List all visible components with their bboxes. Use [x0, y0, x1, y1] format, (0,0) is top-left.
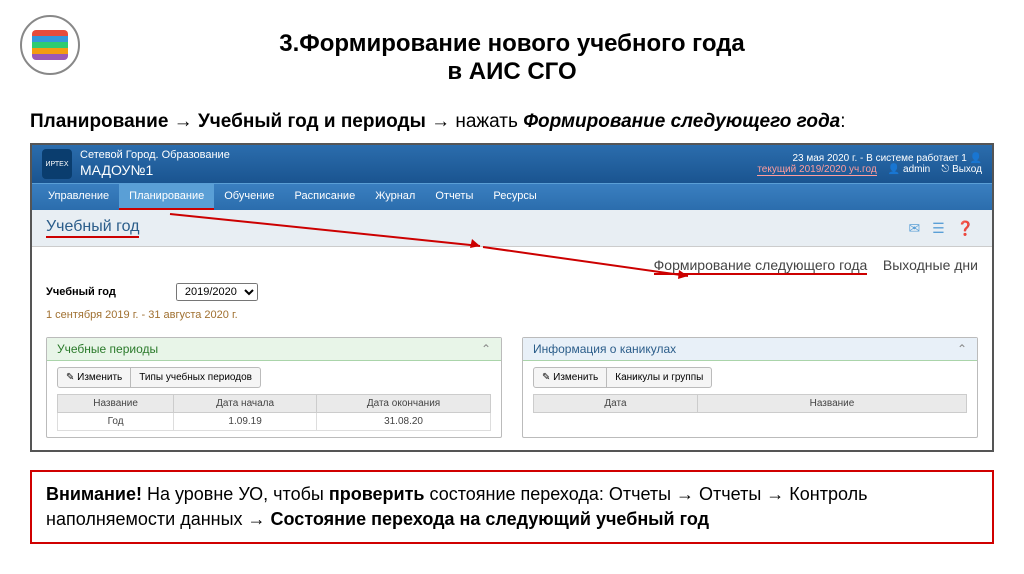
holidays-groups-button[interactable]: Каникулы и группы [607, 367, 712, 388]
holidays-btn-group: ✎ Изменить Каникулы и группы [533, 367, 967, 388]
title-line1: 3.Формирование нового учебного года [279, 30, 745, 57]
app-names: Сетевой Город. Образование МАДОУ№1 [80, 149, 230, 179]
col-date: Дата [534, 395, 698, 413]
menu-resources[interactable]: Ресурсы [483, 184, 546, 210]
col-end: Дата окончания [317, 395, 491, 413]
table-header-row: Название Дата начала Дата окончания [58, 395, 491, 413]
app-header-right: 23 мая 2020 г. - В системе работает 1 👤 … [757, 153, 982, 175]
panels-row: Учебные периоды ⌃ ✎ Изменить Типы учебны… [32, 329, 992, 450]
app-header-left: ИРТЕХ Сетевой Город. Образование МАДОУ№1 [42, 149, 230, 179]
slide-title: 3.Формирование нового учебного года в АИ… [0, 0, 1024, 96]
periods-btn-group: ✎ Изменить Типы учебных периодов [57, 367, 491, 388]
year-range-text: 1 сентября 2019 г. - 31 августа 2020 г. [32, 307, 992, 329]
holidays-panel-head: Информация о каникулах ⌃ [523, 338, 977, 361]
year-selector-row: Учебный год 2019/2020 [32, 277, 992, 307]
col-name: Название [58, 395, 174, 413]
periods-panel-head: Учебные периоды ⌃ [47, 338, 501, 361]
page-heading-bar: Учебный год ✉ ☰ ❓ [32, 210, 992, 247]
logout-link[interactable]: ⎋ Выход [941, 164, 982, 175]
holidays-panel-body: ✎ Изменить Каникулы и группы Дата Назван… [523, 361, 977, 419]
main-menu: Управление Планирование Обучение Расписа… [32, 183, 992, 210]
org-name: МАДОУ№1 [80, 162, 230, 179]
col-start: Дата начала [174, 395, 317, 413]
attention-lead: Внимание! [46, 484, 142, 504]
admin-user[interactable]: 👤 admin [888, 164, 930, 175]
instruction-line: Планирование → Учебный год и периоды → н… [30, 111, 994, 133]
attention-t1: На уровне УО, чтобы [142, 484, 329, 504]
menu-planning[interactable]: Планирование [119, 184, 214, 210]
current-year-indicator: текущий 2019/2020 уч.год [757, 164, 876, 176]
nav-form-next: Формирование следующего года [523, 111, 840, 132]
attention-b2: Состояние перехода на следующий учебный … [271, 509, 710, 529]
arrow-2: → [431, 111, 450, 132]
menu-reports[interactable]: Отчеты [425, 184, 483, 210]
holidays-edit-button[interactable]: ✎ Изменить [533, 367, 607, 388]
title-line2: в АИС СГО [447, 58, 576, 85]
cell-start: 1.09.19 [174, 413, 317, 431]
year-label: Учебный год [46, 286, 116, 298]
menu-schedule[interactable]: Расписание [285, 184, 366, 210]
nav-colon: : [840, 111, 845, 132]
nav-planning: Планирование [30, 111, 168, 132]
year-select[interactable]: 2019/2020 [176, 283, 258, 301]
cell-end: 31.08.20 [317, 413, 491, 431]
periods-edit-button[interactable]: ✎ Изменить [57, 367, 131, 388]
irtech-logo: ИРТЕХ [42, 149, 72, 179]
periods-panel: Учебные периоды ⌃ ✎ Изменить Типы учебны… [46, 337, 502, 438]
system-name: Сетевой Город. Образование [80, 149, 230, 162]
weekends-link[interactable]: Выходные дни [883, 257, 978, 273]
app-screenshot: ИРТЕХ Сетевой Город. Образование МАДОУ№1… [30, 143, 994, 452]
periods-panel-body: ✎ Изменить Типы учебных периодов Названи… [47, 361, 501, 437]
chevron-up-icon[interactable]: ⌃ [957, 342, 967, 356]
menu-management[interactable]: Управление [38, 184, 119, 210]
nav-year-periods: Учебный год и периоды [198, 111, 426, 132]
page-action-links: Формирование следующего года Выходные дн… [32, 247, 992, 277]
header-date-status: 23 мая 2020 г. - В системе работает 1 👤 [757, 153, 982, 164]
menu-education[interactable]: Обучение [214, 184, 284, 210]
col-name: Название [697, 395, 966, 413]
table-row: Год 1.09.19 31.08.20 [58, 413, 491, 431]
periods-title: Учебные периоды [57, 342, 158, 356]
table-header-row: Дата Название [534, 395, 967, 413]
holidays-panel: Информация о каникулах ⌃ ✎ Изменить Кани… [522, 337, 978, 438]
arrow-1: → [174, 111, 193, 132]
nav-press: нажать [455, 111, 523, 132]
holidays-table: Дата Название [533, 394, 967, 413]
logo-books-icon [32, 30, 68, 60]
menu-journal[interactable]: Журнал [365, 184, 425, 210]
periods-table: Название Дата начала Дата окончания Год … [57, 394, 491, 431]
page-head-icons[interactable]: ✉ ☰ ❓ [909, 220, 979, 237]
form-next-year-link[interactable]: Формирование следующего года [654, 257, 868, 275]
period-types-button[interactable]: Типы учебных периодов [131, 367, 261, 388]
institute-logo [20, 15, 80, 75]
attention-b1: проверить [329, 484, 425, 504]
attention-box: Внимание! На уровне УО, чтобы проверить … [30, 470, 994, 544]
page-title: Учебный год [46, 218, 139, 238]
app-header: ИРТЕХ Сетевой Город. Образование МАДОУ№1… [32, 145, 992, 183]
cell-name: Год [58, 413, 174, 431]
chevron-up-icon[interactable]: ⌃ [481, 342, 491, 356]
holidays-title: Информация о каникулах [533, 342, 676, 356]
